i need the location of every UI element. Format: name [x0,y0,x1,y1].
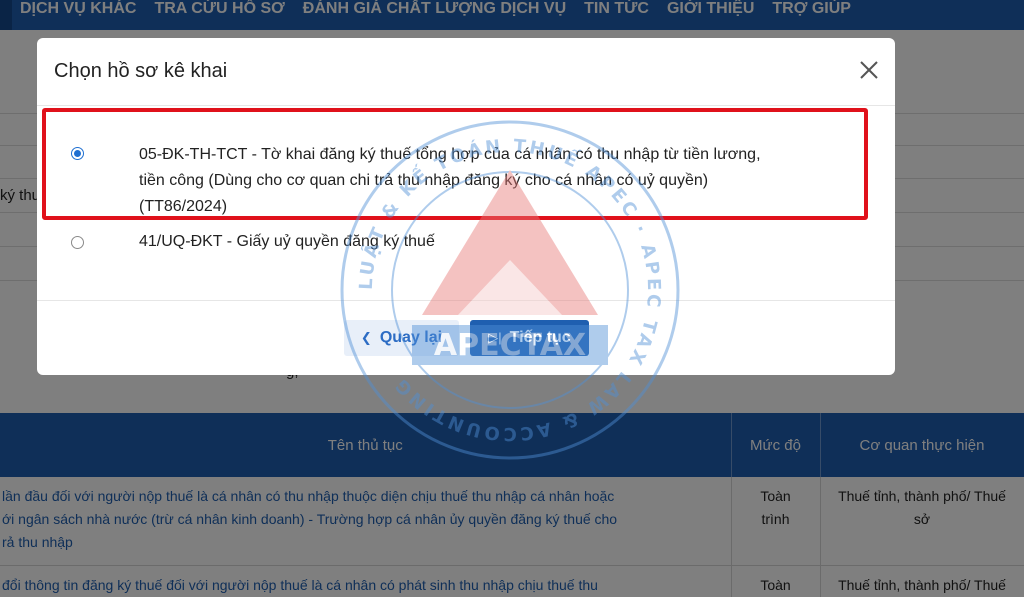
modal-title: Chọn hồ sơ kê khai [54,60,228,82]
option-label-line: (TT86/2024) [139,198,228,215]
option-label[interactable]: 41/UQ-ĐKT - Giấy uỷ quyền đăng ký thuế [139,229,854,255]
option-label[interactable]: 05-ĐK-TH-TCT - Tờ khai đăng ký thuế tổng… [139,142,854,220]
close-icon [860,61,878,79]
radio-05-dk-th-tct[interactable] [71,147,84,160]
close-button[interactable] [857,58,881,82]
option-label-line: tiền công (Dùng cho cơ quan chi trả thu … [139,172,709,189]
modal-footer-divider [37,300,895,301]
option-label-line: 41/UQ-ĐKT - Giấy uỷ quyền đăng ký thuế [139,233,435,250]
back-button[interactable]: ❮ Quay lại [344,320,459,356]
next-button-label: Tiếp tục [509,329,571,346]
declaration-select-modal: Chọn hồ sơ kê khai 05-ĐK-TH-TCT - Tờ kha… [37,38,895,375]
option-label-line: 05-ĐK-TH-TCT - Tờ khai đăng ký thuế tổng… [139,146,761,163]
back-button-label: Quay lại [379,329,443,346]
radio-41-uq-dkt[interactable] [71,236,84,249]
skip-next-icon: ▷| [488,330,502,345]
modal-header: Chọn hồ sơ kê khai [37,38,895,106]
next-button[interactable]: ▷| Tiếp tục [470,320,589,356]
chevron-left-icon: ❮ [360,330,372,345]
